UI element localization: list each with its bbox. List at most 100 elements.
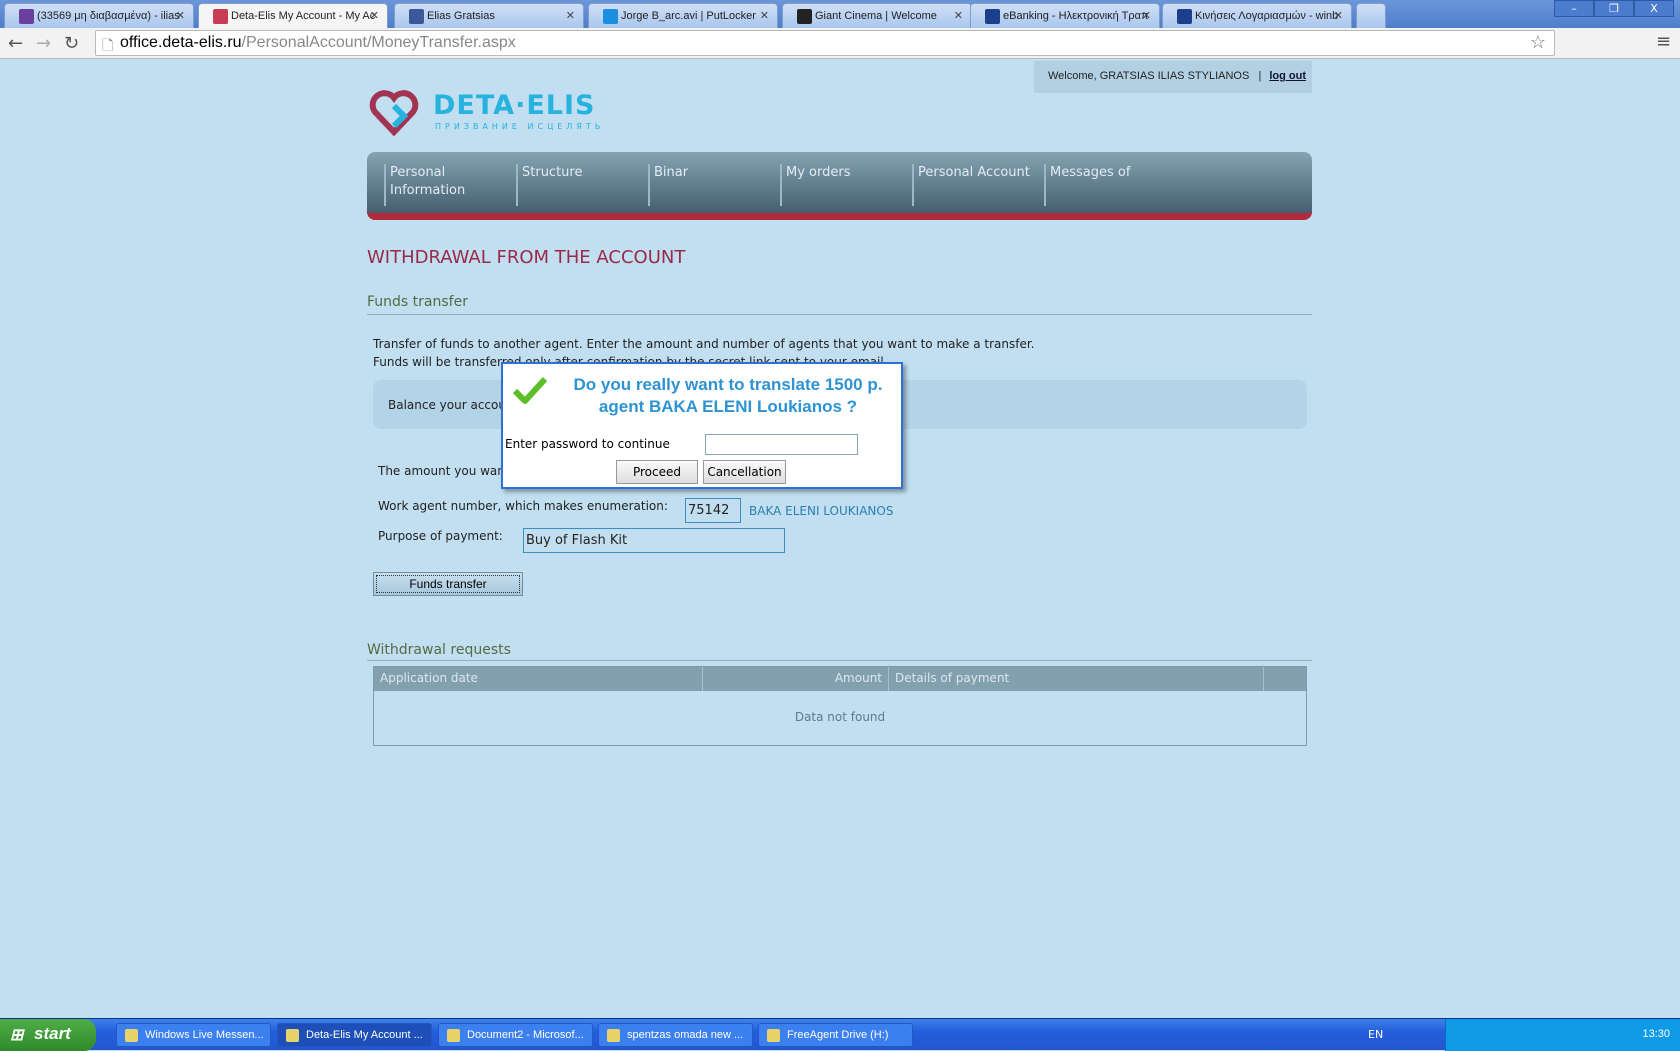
nav-item[interactable]: Binar — [648, 164, 773, 206]
password-label: Enter password to continue — [505, 437, 670, 451]
tab-title: (33569 μη διαβασμένα) - ilias — [37, 10, 180, 22]
app-icon — [125, 1029, 138, 1042]
dialog-title: Do you really want to translate 1500 p. … — [573, 375, 883, 416]
column-amount[interactable]: Amount — [703, 667, 889, 691]
intro-text: Transfer of funds to another agent. Ente… — [373, 337, 1035, 351]
nav-item[interactable]: Structure — [516, 164, 641, 206]
cancel-button[interactable]: Cancellation — [703, 460, 786, 484]
nav-item[interactable]: My orders — [780, 164, 905, 206]
taskbar-item-label: Deta-Elis My Account ... — [306, 1029, 423, 1041]
browser-tab[interactable]: Κινήσεις Λογαριασμών - winb ✕ — [1162, 3, 1352, 28]
app-icon — [286, 1029, 299, 1042]
nav-item[interactable]: Personal Account — [912, 164, 1037, 206]
checkmark-icon — [513, 376, 547, 404]
taskbar: ⊞ start Windows Live Messen... Deta-Elis M… — [0, 1018, 1680, 1051]
menu-icon[interactable]: ≡ — [1656, 31, 1671, 52]
app-icon — [607, 1029, 620, 1042]
funds-transfer-button[interactable]: Funds transfer — [373, 572, 523, 596]
browser-tab[interactable]: Giant Cinema | Welcome ✕ — [782, 3, 972, 28]
app-icon — [447, 1029, 460, 1042]
table-header: Application date Amount Details of payme… — [374, 667, 1306, 691]
tab-title: eBanking - Ηλεκτρονική Τραπ — [1003, 10, 1149, 22]
separator: | — [1258, 70, 1262, 82]
proceed-button[interactable]: Proceed — [616, 460, 698, 484]
forward-button[interactable]: → — [36, 33, 51, 54]
divider — [367, 314, 1312, 315]
url-path: /PersonalAccount/MoneyTransfer.aspx — [241, 34, 516, 51]
taskbar-item[interactable]: Deta-Elis My Account ... — [277, 1023, 432, 1047]
password-input[interactable] — [705, 434, 858, 455]
taskbar-item[interactable]: FreeAgent Drive (H:) — [758, 1023, 913, 1047]
close-tab-icon[interactable]: ✕ — [176, 9, 185, 22]
close-tab-icon[interactable]: ✕ — [566, 9, 575, 22]
app-icon — [767, 1029, 780, 1042]
tab-title: Giant Cinema | Welcome — [815, 10, 937, 22]
mail-icon — [19, 9, 34, 24]
close-window-button[interactable]: X — [1634, 0, 1674, 17]
funds-transfer-heading: Funds transfer — [367, 294, 468, 310]
logo-text: DETA·ELIS — [433, 90, 596, 121]
heart-logo-icon — [369, 90, 419, 137]
taskbar-item[interactable]: Document2 - Microsof... — [438, 1023, 593, 1047]
welcome-text: Welcome, GRATSIAS ILIAS STYLIANOS — [1048, 70, 1250, 82]
tab-title: Deta-Elis My Account - My Ac — [231, 10, 376, 22]
putlocker-icon — [603, 9, 618, 24]
system-tray: 13:30 — [1445, 1019, 1680, 1051]
browser-tab[interactable]: Deta-Elis My Account - My Ac ✕ — [198, 3, 388, 28]
balance-label: Balance your account — [388, 398, 519, 412]
divider — [367, 660, 1312, 661]
taskbar-item[interactable]: Windows Live Messen... — [116, 1023, 271, 1047]
purpose-input[interactable] — [523, 528, 785, 553]
purpose-label: Purpose of payment: — [378, 529, 503, 543]
withdrawal-requests-table: Application date Amount Details of payme… — [373, 666, 1307, 746]
logout-link[interactable]: log out — [1269, 70, 1306, 82]
nav-item[interactable]: Messages of — [1044, 164, 1169, 206]
taskbar-item-label: FreeAgent Drive (H:) — [787, 1029, 889, 1041]
taskbar-item-label: Document2 - Microsof... — [467, 1029, 584, 1041]
welcome-box: Welcome, GRATSIAS ILIAS STYLIANOS | log o… — [1034, 61, 1312, 93]
column-application-date[interactable]: Application date — [374, 667, 703, 691]
window-controls: – ❐ X — [1554, 0, 1674, 17]
facebook-icon — [409, 9, 424, 24]
winbank-icon — [1177, 9, 1192, 24]
logo[interactable]: DETA·ELIS ПРИЗВАНИЕ ИСЦЕЛЯТЬ — [369, 88, 629, 138]
page-icon: 🗋 — [102, 37, 114, 53]
minimize-button[interactable]: – — [1554, 0, 1594, 17]
address-bar[interactable]: 🗋 office.deta-elis.ru/PersonalAccount/Mon… — [95, 30, 1555, 56]
ebanking-icon — [985, 9, 1000, 24]
browser-tab[interactable]: Jorge B_arc.avi | PutLocker ✕ — [588, 3, 778, 28]
close-tab-icon[interactable]: ✕ — [760, 9, 769, 22]
main-nav: Personal Information Structure Binar My ord… — [367, 152, 1312, 220]
column-extra — [1264, 667, 1306, 691]
language-indicator[interactable]: EN — [1368, 1028, 1383, 1041]
address-toolbar: ← → ↻ 🗋 office.deta-elis.ru/PersonalAccou… — [0, 28, 1680, 59]
browser-tab[interactable]: Elias Gratsias ✕ — [394, 3, 584, 28]
agent-number-label: Work agent number, which makes enumerati… — [378, 499, 668, 513]
tab-title: Elias Gratsias — [427, 10, 495, 22]
nav-item[interactable]: Personal Information — [384, 164, 474, 206]
clock: 13:30 — [1642, 1028, 1670, 1040]
restore-button[interactable]: ❐ — [1594, 0, 1634, 17]
giant-cinema-icon — [797, 9, 812, 24]
url-host: office.deta-elis.ru — [120, 34, 242, 51]
withdrawal-requests-heading: Withdrawal requests — [367, 642, 511, 658]
close-tab-icon[interactable]: ✕ — [1334, 9, 1343, 22]
empty-message: Data not found — [794, 710, 886, 724]
close-tab-icon[interactable]: ✕ — [1142, 9, 1151, 22]
tab-strip: (33569 μη διαβασμένα) - ilias ✕ Deta-Elis … — [0, 0, 1680, 28]
agent-name-link[interactable]: BAKA ELENI LOUKIANOS — [749, 504, 893, 518]
agent-number-input[interactable] — [685, 498, 741, 523]
browser-tab[interactable]: eBanking - Ηλεκτρονική Τραπ ✕ — [970, 3, 1160, 28]
close-tab-icon[interactable]: ✕ — [954, 9, 963, 22]
logo-tagline: ПРИЗВАНИЕ ИСЦЕЛЯТЬ — [435, 122, 605, 131]
close-tab-icon[interactable]: ✕ — [370, 9, 379, 22]
reload-button[interactable]: ↻ — [64, 33, 79, 54]
start-button[interactable]: ⊞ start — [0, 1019, 96, 1051]
column-details[interactable]: Details of payment — [889, 667, 1264, 691]
new-tab-button[interactable] — [1356, 3, 1386, 28]
back-button[interactable]: ← — [8, 33, 23, 54]
taskbar-item-label: spentzas omada new ... — [627, 1029, 744, 1041]
browser-tab[interactable]: (33569 μη διαβασμένα) - ilias ✕ — [4, 3, 194, 28]
taskbar-item[interactable]: spentzas omada new ... — [598, 1023, 753, 1047]
bookmark-star-icon[interactable]: ☆ — [1530, 32, 1546, 53]
